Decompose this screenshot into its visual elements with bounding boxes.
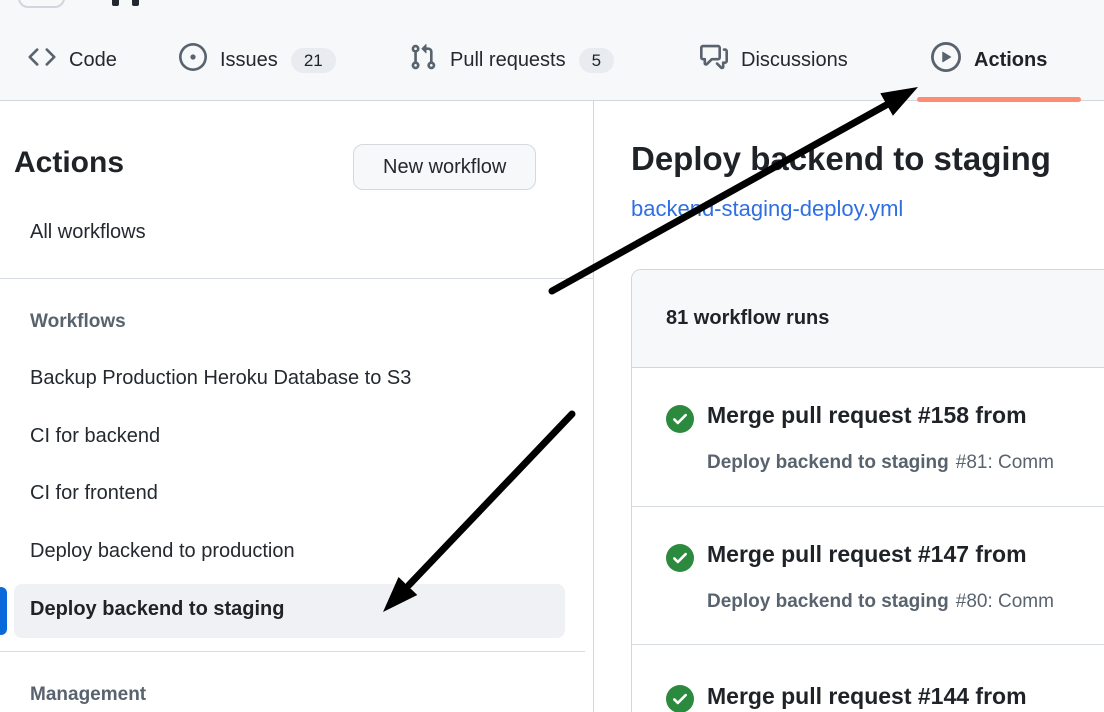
play-circle-icon: [931, 42, 961, 78]
run-subtitle: Deploy backend to staging #81: Comm: [707, 452, 1054, 474]
clipped-text-fragment: [132, 0, 139, 6]
tab-code-label: Code: [69, 50, 117, 70]
arrow-to-selected-workflow: [383, 414, 572, 612]
run-note: #80: Comm: [956, 591, 1054, 612]
check-circle-icon: [666, 544, 694, 577]
issues-count-badge: 21: [291, 48, 336, 73]
discussions-icon: [700, 43, 728, 77]
github-actions-page: Code Issues 21 Pull requests 5 Discussio…: [0, 0, 1104, 712]
selected-workflow-label: Deploy backend to staging: [30, 598, 284, 621]
run-title[interactable]: Merge pull request #147 from: [707, 541, 1027, 568]
sidebar-section-divider: [0, 278, 593, 279]
workflow-file-link[interactable]: backend-staging-deploy.yml: [631, 196, 903, 222]
tab-actions-label: Actions: [974, 50, 1047, 70]
sidebar-item-workflow[interactable]: Backup Production Heroku Database to S3: [30, 367, 411, 390]
page-title: Deploy backend to staging: [631, 140, 1051, 178]
tab-discussions-label: Discussions: [741, 50, 848, 70]
sidebar-section-divider: [0, 651, 585, 652]
tab-pull-requests-label: Pull requests: [450, 50, 566, 70]
sidebar-item-all-workflows[interactable]: All workflows: [30, 221, 146, 244]
run-workflow-name: Deploy backend to staging: [707, 591, 949, 612]
workflows-section-label: Workflows: [30, 311, 126, 333]
tab-issues-label: Issues: [220, 50, 278, 70]
run-title[interactable]: Merge pull request #144 from: [707, 683, 1027, 710]
selected-item-accent-bar: [0, 587, 7, 635]
arrow-to-actions-tab: [552, 87, 918, 291]
sidebar-title: Actions: [14, 146, 124, 180]
issue-opened-icon: [179, 43, 207, 77]
run-note: #81: Comm: [956, 452, 1054, 473]
pull-requests-count-badge: 5: [579, 48, 614, 73]
tab-pull-requests[interactable]: Pull requests 5: [409, 38, 614, 82]
clipped-text-fragment: [112, 0, 119, 6]
workflow-runs-card: 81 workflow runs Merge pull request #158…: [631, 269, 1104, 712]
workflow-run-row[interactable]: Merge pull request #147 from Deploy back…: [632, 506, 1104, 644]
sidebar-item-workflow[interactable]: Deploy backend to production: [30, 540, 295, 563]
clipped-header-element: [18, 0, 65, 8]
run-subtitle: Deploy backend to staging #80: Comm: [707, 591, 1054, 613]
sidebar-divider-vertical: [593, 101, 594, 712]
tab-issues[interactable]: Issues 21: [179, 38, 336, 82]
tab-code[interactable]: Code: [28, 38, 117, 82]
run-workflow-name: Deploy backend to staging: [707, 452, 949, 473]
repo-header: Code Issues 21 Pull requests 5 Discussio…: [0, 0, 1104, 101]
code-icon: [28, 43, 56, 77]
tab-actions[interactable]: Actions: [931, 38, 1047, 82]
active-tab-underline: [917, 97, 1081, 102]
git-pull-request-icon: [409, 43, 437, 77]
sidebar-item-workflow-selected[interactable]: Deploy backend to staging: [14, 584, 565, 638]
check-circle-icon: [666, 685, 694, 712]
workflow-run-row[interactable]: Merge pull request #144 from: [632, 644, 1104, 712]
check-circle-icon: [666, 405, 694, 438]
run-title[interactable]: Merge pull request #158 from: [707, 402, 1027, 429]
tab-discussions[interactable]: Discussions: [700, 38, 848, 82]
sidebar-item-workflow[interactable]: CI for frontend: [30, 482, 158, 505]
new-workflow-button[interactable]: New workflow: [353, 144, 536, 190]
runs-count-header: 81 workflow runs: [632, 270, 1104, 368]
sidebar-item-workflow[interactable]: CI for backend: [30, 425, 160, 448]
workflow-run-row[interactable]: Merge pull request #158 from Deploy back…: [632, 368, 1104, 506]
management-section-label: Management: [30, 684, 146, 706]
